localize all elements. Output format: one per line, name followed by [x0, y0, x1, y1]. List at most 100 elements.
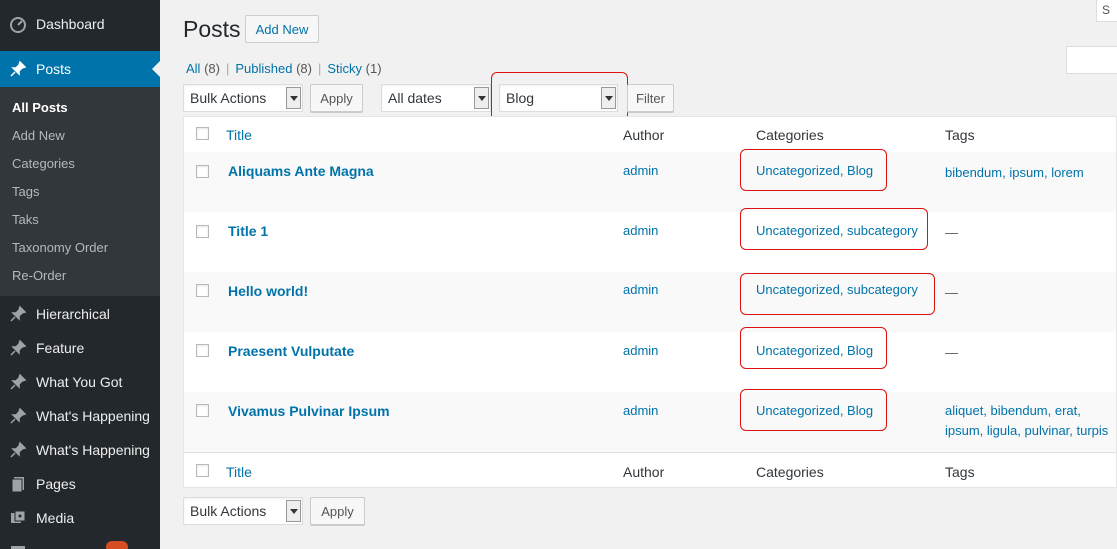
post-title-link[interactable]: Aliquams Ante Magna	[228, 163, 374, 179]
pin-icon	[0, 407, 36, 425]
sidebar-item-media[interactable]: Media	[0, 501, 160, 535]
post-author-link[interactable]: admin	[623, 223, 658, 238]
page-title: Posts	[183, 16, 241, 42]
column-categories-header: Categories	[756, 127, 824, 143]
sidebar-item-hierarchical[interactable]: Hierarchical	[0, 297, 160, 331]
sidebar-item-pages[interactable]: Pages	[0, 467, 160, 501]
sidebar-item-label: What's Happening	[36, 408, 150, 424]
post-title-link[interactable]: Hello world!	[228, 283, 308, 299]
bulk-actions-select-bottom[interactable]: Bulk Actions	[183, 497, 303, 525]
apply-button[interactable]: Apply	[310, 84, 363, 112]
select-all-checkbox[interactable]	[196, 127, 209, 140]
posts-table: Title Author Categories Tags Aliquams An…	[183, 116, 1117, 488]
view-sticky-count: (1)	[365, 61, 382, 76]
table-row: Hello world! admin Uncategorized, subcat…	[184, 272, 1116, 332]
row-checkbox[interactable]	[196, 284, 209, 297]
table-row: Title 1 admin Uncategorized, subcategory…	[184, 212, 1116, 272]
sidebar-item-label: Feature	[36, 340, 85, 356]
bulk-actions-select[interactable]: Bulk Actions	[183, 84, 303, 112]
bulk-actions-value: Bulk Actions	[190, 90, 267, 106]
sidebar-item-label: Dashboard	[36, 16, 105, 32]
post-tags[interactable]: aliquet, bibendum, erat, ipsum, ligula, …	[945, 401, 1115, 441]
post-author-link[interactable]: admin	[623, 282, 658, 297]
sidebar-item-what-you-got[interactable]: What You Got	[0, 365, 160, 399]
pages-icon	[0, 475, 36, 493]
pin-icon	[0, 339, 36, 357]
post-tags: —	[945, 345, 958, 360]
sidebar-item-whats-happening-2[interactable]: What's Happening	[0, 433, 160, 467]
apply-button-bottom[interactable]: Apply	[310, 497, 365, 525]
search-posts-input[interactable]	[1066, 46, 1117, 74]
view-all-link[interactable]: All	[186, 61, 200, 76]
post-author-link[interactable]: admin	[623, 163, 658, 178]
post-tags: —	[945, 285, 958, 300]
category-highlight-box	[740, 149, 887, 191]
view-separator: |	[225, 61, 230, 76]
pin-icon	[0, 441, 36, 459]
column-title-header[interactable]: Title	[226, 127, 252, 143]
add-new-button[interactable]: Add New	[245, 15, 319, 43]
sidebar-item-label: What's Happening	[36, 442, 150, 458]
post-title-link[interactable]: Praesent Vulputate	[228, 343, 354, 359]
posts-submenu: All Posts Add New Categories Tags Taks T…	[0, 87, 160, 296]
column-author-header: Author	[623, 127, 665, 143]
dates-select[interactable]: All dates	[381, 84, 491, 112]
sidebar-item-whats-happening[interactable]: What's Happening	[0, 399, 160, 433]
dates-value: All dates	[388, 90, 442, 106]
view-all-count: (8)	[204, 61, 220, 76]
submenu-tags[interactable]: Tags	[12, 184, 39, 199]
pin-icon	[0, 60, 36, 78]
view-published-link[interactable]: Published	[235, 61, 292, 76]
media-icon	[0, 509, 36, 527]
sidebar-item-label: Media	[36, 510, 75, 526]
filter-button[interactable]: Filter	[627, 84, 674, 112]
table-footer: Title Author Categories Tags	[184, 452, 1117, 488]
comments-icon	[0, 543, 36, 549]
chevron-down-icon	[286, 500, 301, 522]
row-checkbox[interactable]	[196, 344, 209, 357]
screen-options-button[interactable]: S	[1096, 0, 1117, 22]
row-checkbox[interactable]	[196, 165, 209, 178]
category-highlight-box	[740, 389, 887, 431]
column-title-footer[interactable]: Title	[226, 464, 252, 480]
submenu-add-new[interactable]: Add New	[12, 128, 65, 143]
view-published-count: (8)	[296, 61, 312, 76]
post-title-link[interactable]: Vivamus Pulvinar Ipsum	[228, 403, 390, 419]
sidebar-item-label: What You Got	[36, 374, 123, 390]
column-tags-footer: Tags	[945, 464, 975, 480]
submenu-categories[interactable]: Categories	[12, 156, 75, 171]
post-author-link[interactable]: admin	[623, 403, 658, 418]
pin-icon	[0, 305, 36, 323]
post-author-link[interactable]: admin	[623, 343, 658, 358]
sidebar-item-posts[interactable]: Posts	[0, 51, 160, 87]
submenu-re-order[interactable]: Re-Order	[12, 268, 66, 283]
sidebar-item-label: Hierarchical	[36, 306, 110, 322]
bulk-actions-value: Bulk Actions	[190, 503, 267, 519]
column-author-footer: Author	[623, 464, 665, 480]
admin-sidebar: Dashboard Posts All Posts Add New Catego…	[0, 0, 160, 549]
category-highlight-box	[740, 327, 887, 369]
column-tags-header: Tags	[945, 127, 975, 143]
sidebar-item-comments[interactable]	[0, 535, 160, 549]
table-row: Aliquams Ante Magna admin Uncategorized,…	[184, 152, 1116, 212]
post-tags[interactable]: bibendum, ipsum, lorem	[945, 163, 1115, 183]
view-sticky-link[interactable]: Sticky	[327, 61, 362, 76]
submenu-all-posts[interactable]: All Posts	[12, 100, 68, 115]
dashboard-icon	[0, 15, 36, 33]
category-highlight-box	[740, 208, 928, 250]
table-header: Title Author Categories Tags	[184, 117, 1117, 153]
view-separator: |	[317, 61, 322, 76]
row-checkbox[interactable]	[196, 225, 209, 238]
submenu-taks[interactable]: Taks	[12, 212, 39, 227]
category-highlight-box	[740, 273, 935, 315]
submenu-taxonomy-order[interactable]: Taxonomy Order	[12, 240, 108, 255]
comment-count-badge	[106, 541, 129, 549]
column-categories-footer: Categories	[756, 464, 824, 480]
row-checkbox[interactable]	[196, 404, 209, 417]
pin-icon	[0, 373, 36, 391]
sidebar-item-feature[interactable]: Feature	[0, 331, 160, 365]
table-row: Praesent Vulputate admin Uncategorized, …	[184, 332, 1116, 392]
select-all-checkbox-footer[interactable]	[196, 464, 209, 477]
sidebar-item-dashboard[interactable]: Dashboard	[0, 7, 160, 41]
post-title-link[interactable]: Title 1	[228, 223, 268, 239]
